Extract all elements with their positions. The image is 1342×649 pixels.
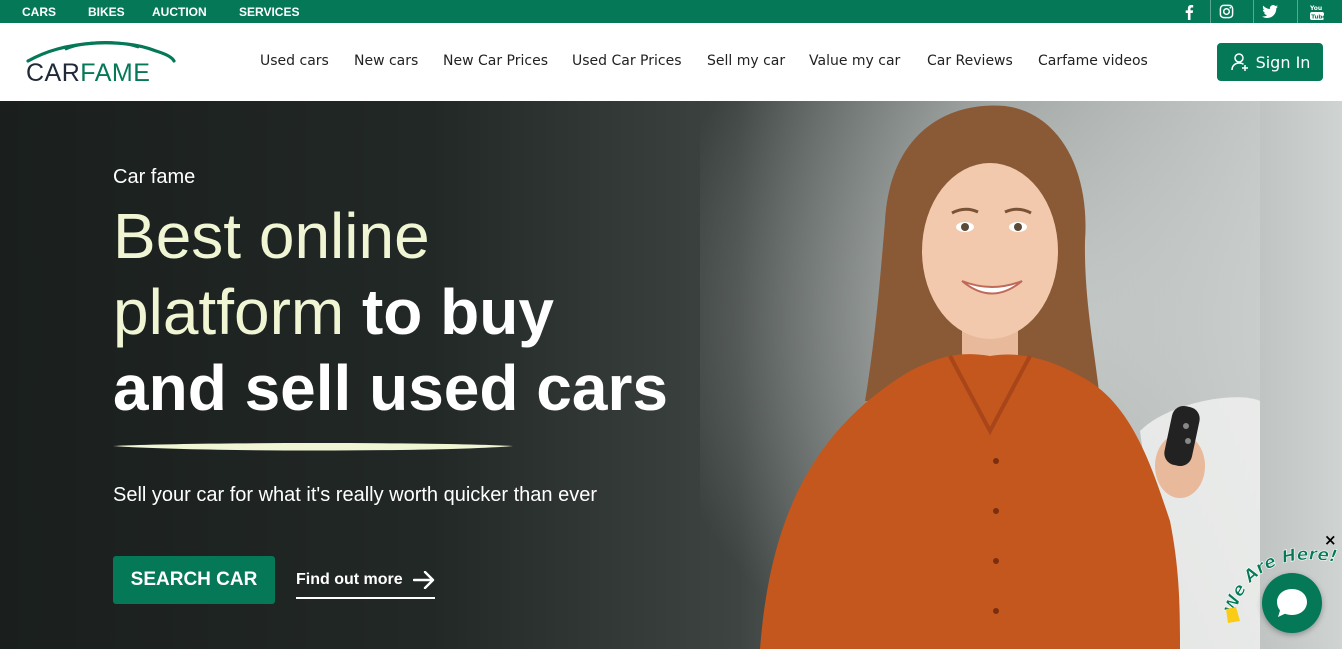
nav-used-cars[interactable]: Used cars (260, 53, 329, 69)
topbar-link-bikes[interactable]: BIKES (88, 0, 125, 23)
hero-heading-line1: Best online (113, 200, 430, 272)
hero-underline-decoration (113, 443, 513, 451)
hero-heading-line3: and sell used cars (113, 352, 668, 424)
user-add-icon (1230, 53, 1248, 71)
instagram-icon[interactable] (1210, 0, 1242, 23)
find-out-more-link[interactable]: Find out more (296, 563, 435, 599)
nav-carfame-videos[interactable]: Carfame videos (1038, 53, 1148, 69)
nav-new-car-prices[interactable]: New Car Prices (443, 53, 548, 69)
chat-bubble-icon (1277, 589, 1307, 617)
carfame-logo[interactable]: CARFAME (26, 39, 176, 89)
nav-new-cars[interactable]: New cars (354, 53, 418, 69)
main-header: CARFAME Used cars New cars New Car Price… (0, 23, 1342, 101)
hero-heading-line2: platform to buy (113, 276, 554, 348)
search-car-button[interactable]: SEARCH CAR (113, 556, 275, 604)
top-bar: CARS BIKES AUCTION SERVICES You Tube (0, 0, 1342, 23)
nav-sell-my-car[interactable]: Sell my car (707, 53, 785, 69)
chat-button[interactable] (1262, 573, 1322, 633)
topbar-link-services[interactable]: SERVICES (239, 0, 299, 23)
topbar-link-auction[interactable]: AUCTION (152, 0, 207, 23)
hero-section: Car fame Best online platform to buy and… (0, 101, 1342, 649)
chat-close-icon[interactable]: × (1324, 531, 1337, 549)
hero-person-image (700, 101, 1260, 649)
topbar-link-cars[interactable]: CARS (22, 0, 56, 23)
nav-used-car-prices[interactable]: Used Car Prices (572, 53, 682, 69)
hero-eyebrow: Car fame (113, 166, 196, 188)
find-out-more-label: Find out more (296, 571, 403, 588)
sign-in-button[interactable]: Sign In (1217, 43, 1323, 81)
nav-value-my-car[interactable]: Value my car (809, 53, 900, 69)
svg-text:Tube: Tube (1311, 14, 1324, 20)
facebook-icon[interactable] (1173, 0, 1204, 23)
youtube-icon[interactable]: You Tube (1297, 0, 1336, 23)
svg-text:You: You (1310, 5, 1322, 12)
hero-subtitle: Sell your car for what it's really worth… (113, 484, 598, 506)
nav-car-reviews[interactable]: Car Reviews (927, 53, 1013, 69)
logo-wordmark: CARFAME (26, 59, 151, 87)
twitter-icon[interactable] (1253, 0, 1285, 23)
sign-in-label: Sign In (1255, 52, 1311, 72)
arrow-right-icon (412, 571, 434, 589)
